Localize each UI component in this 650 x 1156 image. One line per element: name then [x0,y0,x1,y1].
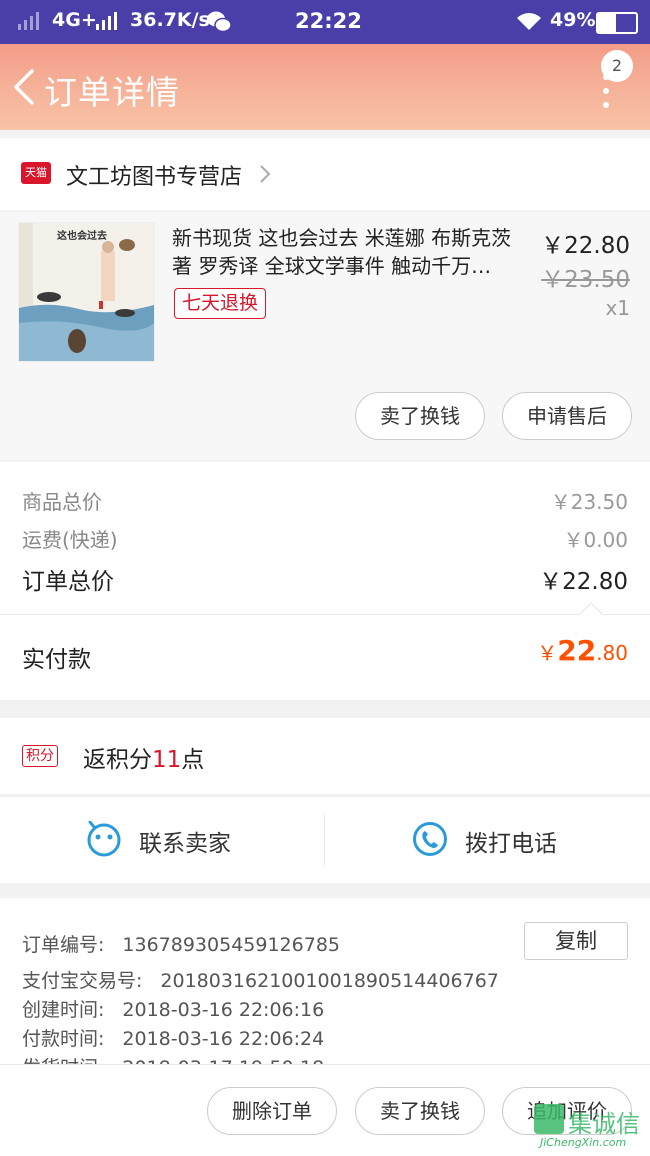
tmall-logo: 天猫 [21,162,51,184]
network-type: 4G+ [52,9,97,31]
paid-time-row: 付款时间: 2018-03-16 22:06:24 [22,1028,325,1050]
shipping-value: ￥0.00 [563,528,628,552]
paid-amount: ￥22.80 [537,634,628,667]
points-row: 积分 返积分11点 [0,718,650,794]
wechat-icon [207,11,232,33]
clock: 22:22 [295,9,362,33]
shipping-label: 运费(快递) [22,528,118,552]
app-header: 订单详情 2 [0,44,650,130]
site-watermark: 集诚信 JiChengXin.com [532,1100,650,1155]
watermark-text: 集诚信 [568,1110,640,1138]
contact-seller-button[interactable]: 联系卖家 [0,797,324,883]
network-speed: 36.7K/s [130,9,210,31]
shop-row[interactable]: 天猫 文工坊图书专营店 [0,138,650,210]
chevron-right-icon [260,165,271,183]
call-phone-button[interactable]: 拨打电话 [325,797,650,883]
shop-name: 文工坊图书专营店 [66,165,243,190]
return-policy-tag: 七天退换 [174,288,267,319]
battery-icon [596,12,638,34]
goods-total-label: 商品总价 [22,490,102,514]
watermark-url: JiChengXin.com [540,1136,627,1149]
watermark-logo-icon [534,1104,564,1134]
contact-seller-label: 联系卖家 [139,831,231,857]
contact-bar: 联系卖家 拨打电话 [0,796,650,883]
status-bar: 4G+ 36.7K/s 22:22 49% [0,0,650,44]
wifi-icon [517,13,541,30]
chat-icon [87,821,121,857]
order-number-row: 订单编号: 136789305459126785 [22,934,340,956]
points-text: 返积分11点 [83,747,205,773]
created-time-row: 创建时间: 2018-03-16 22:06:16 [22,999,325,1021]
product-card[interactable]: 这也会过去 新书现货 这也会过去 米莲娜 布斯克茨 著 罗秀译 全球文学事件 触… [0,212,650,460]
back-arrow-icon[interactable] [10,68,40,106]
page-title: 订单详情 [44,73,180,112]
alipay-number-row: 支付宝交易号: 2018031621001001890514406767 [22,970,499,992]
sell-item-button[interactable]: 卖了换钱 [355,392,485,440]
battery-percent: 49% [550,9,596,31]
order-info: 订单编号: 136789305459126785 复制 支付宝交易号: 201803… [0,898,650,1078]
order-total-value: ￥22.80 [539,569,628,595]
original-price: ￥23.50 [541,267,630,293]
price-summary: 商品总价 ￥23.50 运费(快递) ￥0.00 订单总价 ￥22.80 实付款… [0,462,650,700]
caret-up-icon [579,603,603,615]
product-title[interactable]: 新书现货 这也会过去 米莲娜 布斯克茨 著 罗秀译 全球文学事件 触动千万… [172,224,534,280]
paid-label: 实付款 [22,647,91,673]
points-tag: 积分 [22,745,58,767]
after-sale-button[interactable]: 申请售后 [502,392,632,440]
copy-button[interactable]: 复制 [524,922,628,960]
call-phone-label: 拨打电话 [465,831,557,857]
goods-total-value: ￥23.50 [550,490,628,514]
divider [0,614,650,615]
book-cover-title: 这也会过去 [57,231,107,242]
product-quantity: x1 [605,296,630,320]
phone-icon [413,822,447,856]
delete-order-button[interactable]: 删除订单 [207,1087,337,1135]
more-menu-icon[interactable] [600,74,612,124]
product-price: ￥22.80 [541,233,630,259]
sell-item-bottom-button[interactable]: 卖了换钱 [355,1087,485,1135]
book-cover-image[interactable]: 这也会过去 [18,222,155,362]
message-count-badge[interactable]: 2 [601,50,633,82]
order-total-label: 订单总价 [22,569,114,595]
